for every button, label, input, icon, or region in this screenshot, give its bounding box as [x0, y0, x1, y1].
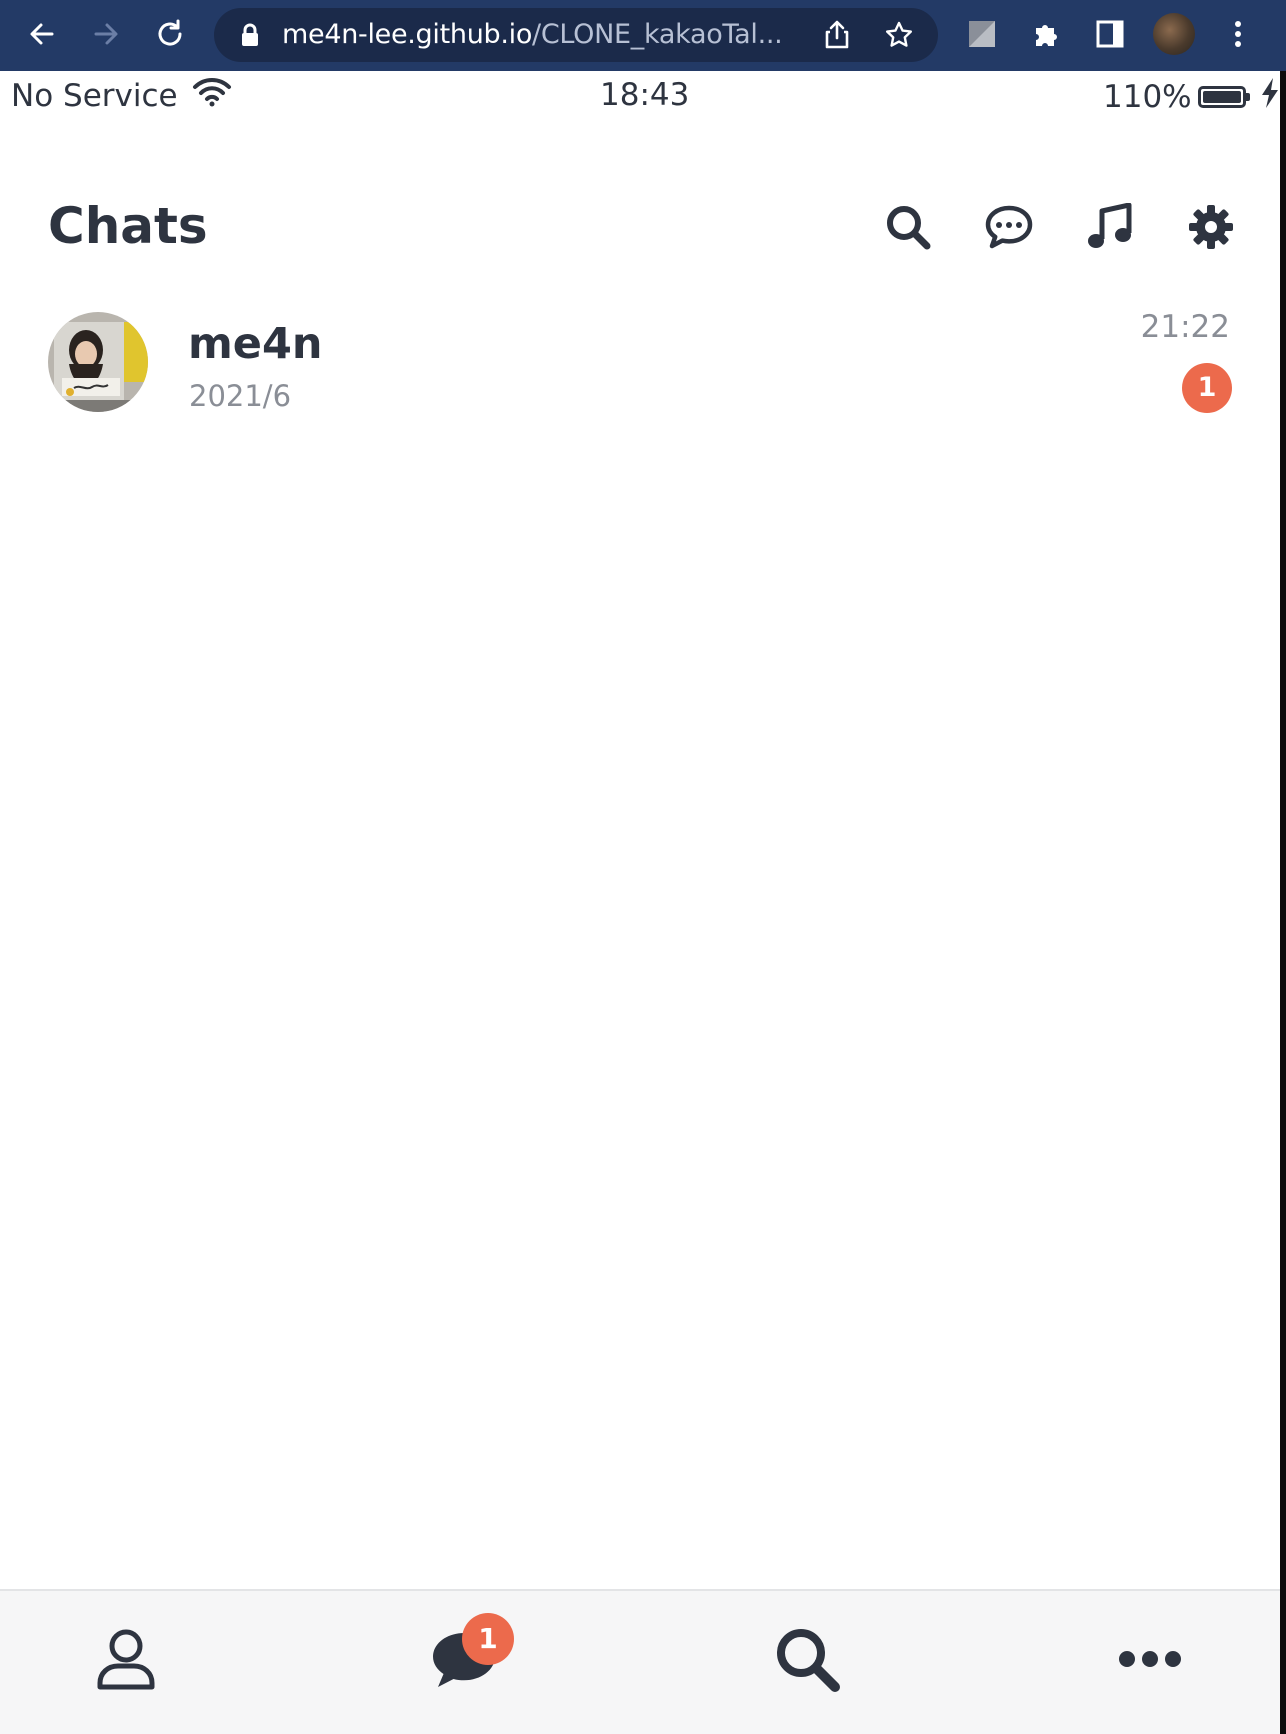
kebab-menu-icon[interactable] — [1214, 10, 1262, 58]
window-edge — [1280, 71, 1286, 1734]
reload-icon[interactable] — [146, 10, 194, 58]
profile-avatar[interactable] — [1153, 13, 1195, 55]
tab-friends[interactable] — [86, 1621, 166, 1701]
wifi-icon — [192, 77, 232, 115]
bookmark-star-icon[interactable] — [884, 20, 914, 55]
charging-bolt-icon — [1260, 77, 1280, 117]
chats-header: Chats — [0, 171, 1280, 281]
url-host: me4n-lee.github.io — [282, 19, 533, 50]
avatar — [48, 312, 148, 412]
battery-percent: 110% — [1103, 79, 1192, 115]
tab-more[interactable] — [1110, 1621, 1190, 1701]
url-text: me4n-lee.github.io/CLONE_kakaoTal... — [282, 8, 783, 62]
status-bar: No Service 18:43 110% — [0, 71, 1280, 127]
person-icon — [96, 1627, 156, 1696]
music-note-icon[interactable] — [1084, 201, 1136, 253]
back-icon[interactable] — [18, 10, 66, 58]
unread-badge: 1 — [1182, 363, 1232, 413]
forward-icon[interactable] — [82, 10, 130, 58]
chat-list-item[interactable]: me4n 2021/6 21:22 1 — [0, 299, 1280, 419]
tab-search[interactable] — [767, 1621, 847, 1701]
chat-timestamp: 21:22 — [1140, 309, 1230, 345]
search-icon[interactable] — [882, 201, 934, 253]
browser-toolbar: me4n-lee.github.io/CLONE_kakaoTal... — [0, 0, 1286, 71]
chat-preview: 2021/6 — [189, 379, 292, 413]
bottom-tab-bar: 1 — [0, 1589, 1280, 1734]
address-bar[interactable]: me4n-lee.github.io/CLONE_kakaoTal... — [214, 8, 938, 62]
puzzle-icon[interactable] — [1022, 10, 1070, 58]
page-title: Chats — [48, 197, 208, 255]
more-dots-icon — [1117, 1648, 1183, 1675]
carrier-label: No Service — [11, 78, 178, 114]
search-icon — [773, 1625, 841, 1698]
lock-icon — [240, 23, 260, 52]
url-path: /CLONE_kakaoTal... — [532, 19, 783, 50]
extension-tile-icon[interactable] — [958, 10, 1006, 58]
chat-name: me4n — [188, 319, 323, 369]
chat-bubble-icon[interactable] — [983, 201, 1035, 253]
kakaotalk-app: No Service 18:43 110% Chats me4n 2021/6 … — [0, 71, 1280, 1734]
gear-icon[interactable] — [1185, 201, 1237, 253]
sidepanel-icon[interactable] — [1086, 10, 1134, 58]
chat-tab-badge: 1 — [462, 1613, 514, 1665]
battery-icon — [1197, 86, 1250, 108]
status-time: 18:43 — [600, 77, 690, 113]
share-icon[interactable] — [822, 20, 852, 55]
